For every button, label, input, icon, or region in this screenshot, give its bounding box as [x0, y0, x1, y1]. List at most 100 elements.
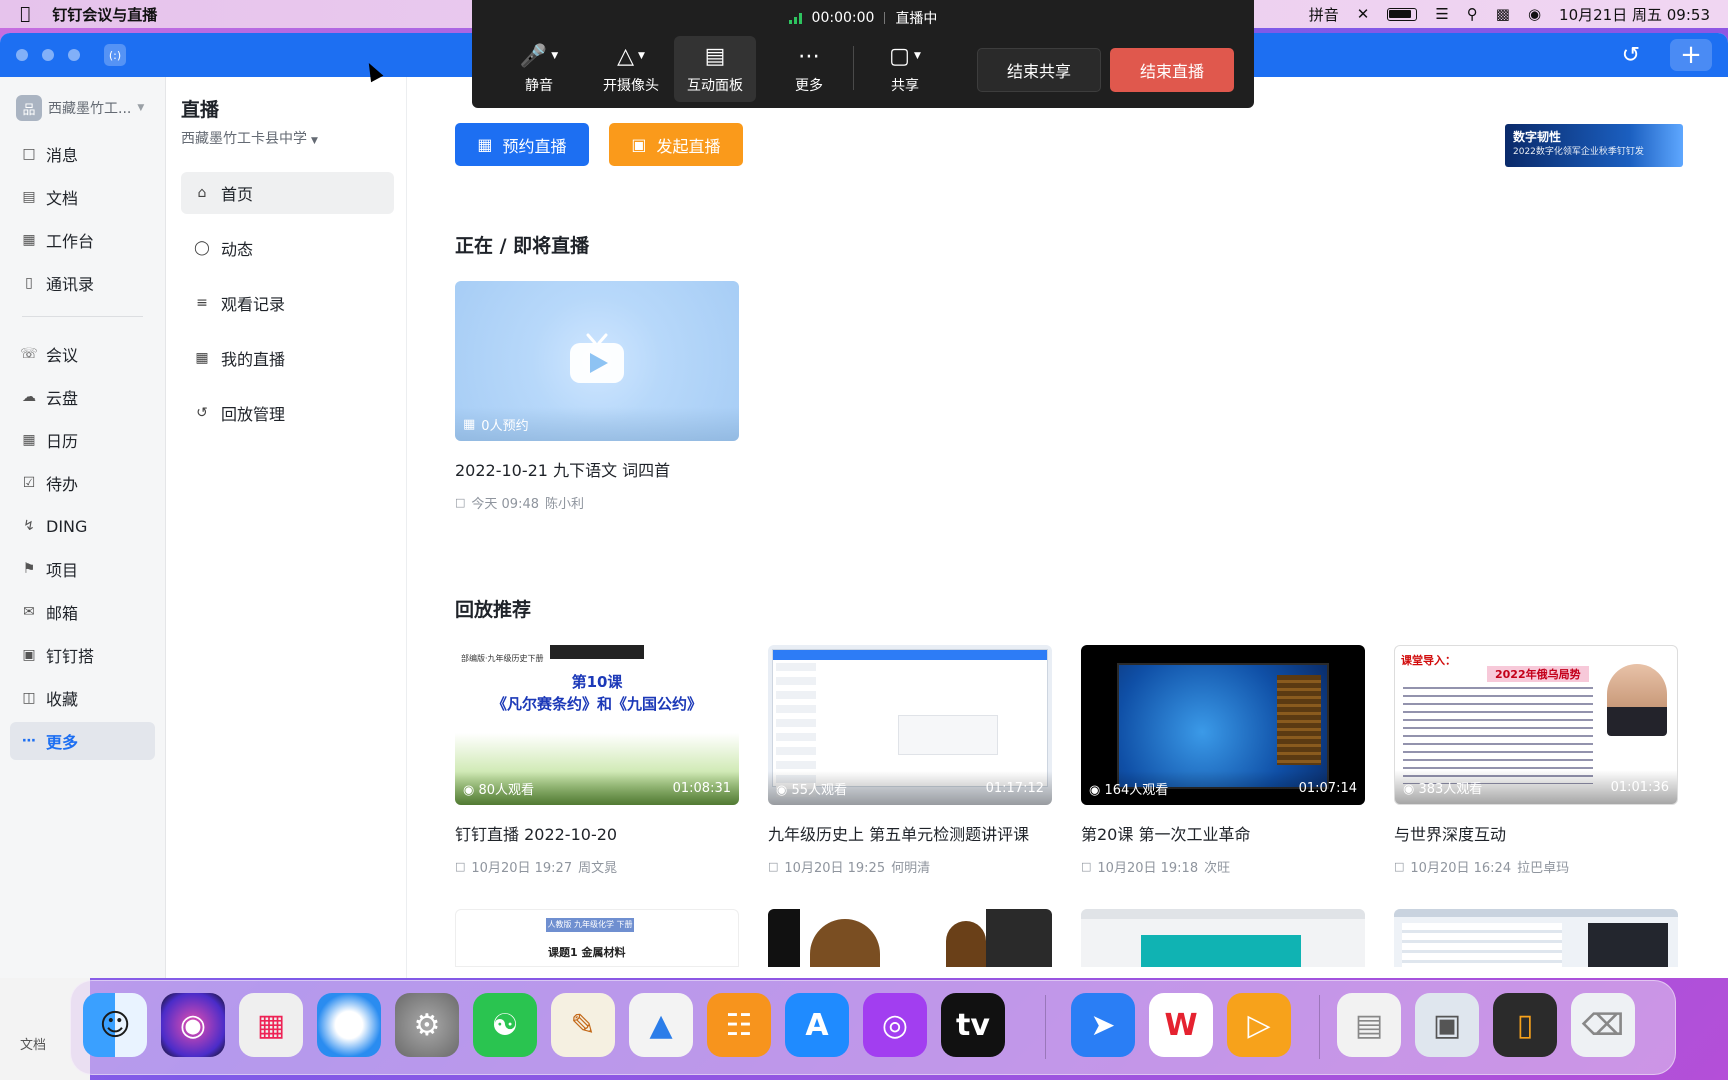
sidebar-item-favorites[interactable]: ◫ 收藏 [10, 679, 155, 717]
sidebar-item-label: DING [46, 516, 88, 536]
sidebar-item-workbench[interactable]: ▦ 工作台 [10, 221, 155, 259]
live-card[interactable]: ▦ 0人预约 2022-10-21 九下语文 词四首 □ 今天 09:48 陈小利 [455, 281, 739, 512]
document-icon: ▤ [22, 189, 36, 205]
app-store-icon[interactable]: A [785, 993, 849, 1057]
interactive-panel-button[interactable]: ▤ 互动面板 [674, 36, 756, 102]
sidebar-item-mail[interactable]: ✉ 邮箱 [10, 593, 155, 631]
meeting-icon: ☏ [20, 346, 38, 362]
subnav-item-home[interactable]: ⌂ 首页 [181, 172, 394, 214]
dingtalk-icon[interactable]: ➤ [1071, 993, 1135, 1057]
spotlight-search-icon[interactable]: ⚲ [1467, 5, 1478, 23]
keynote-icon[interactable]: ▲ [629, 993, 693, 1057]
menubar-status-area: 拼音 ✕ ☰ ⚲ ▩ ◉ 10月21日 周五 09:53 [1309, 0, 1710, 28]
replay-thumbnail[interactable] [1081, 909, 1365, 967]
menubar-app-name[interactable]: 钉钉会议与直播 [52, 4, 157, 25]
subnav-item-watch-history[interactable]: ≡ 观看记录 [181, 282, 394, 324]
replay-card[interactable]: ◉ 55人观看 01:17:12 九年级历史上 第五单元检测题讲评课 □ 10月20… [768, 645, 1052, 876]
replay-thumbnail[interactable] [768, 909, 1052, 967]
finder-icon[interactable]: ☺ [83, 993, 147, 1057]
live-app-icon[interactable]: ▷ [1227, 993, 1291, 1057]
trash-icon[interactable]: ⌫ [1571, 993, 1635, 1057]
books-icon[interactable]: ☷ [707, 993, 771, 1057]
apple-tv-icon[interactable]: tv [941, 993, 1005, 1057]
screenshot-panel [1588, 923, 1668, 967]
wps-icon[interactable]: W [1149, 993, 1213, 1057]
sidebar-item-calendar[interactable]: ▦ 日历 [10, 421, 155, 459]
siri-icon[interactable]: ◉ [1528, 5, 1541, 23]
safari-icon[interactable]: ✧ [317, 993, 381, 1057]
more-button[interactable]: ⋯ 更多 [768, 36, 850, 102]
close-window-button[interactable] [16, 49, 28, 61]
replay-thumbnail[interactable]: ◉ 164人观看 01:07:14 [1081, 645, 1365, 805]
history-icon[interactable]: ↺ [1622, 43, 1640, 68]
end-share-button[interactable]: 结束共享 [977, 48, 1101, 92]
share-label: 共享 [891, 78, 919, 94]
replay-thumbnail[interactable]: ◉ 55人观看 01:17:12 [768, 645, 1052, 805]
replay-card[interactable]: 课堂导入： 2022年俄乌局势 ◉ 383人观看 01:01:36 与世界深度互动… [1394, 645, 1678, 876]
phone-screen-icon[interactable]: ▯ [1493, 993, 1557, 1057]
sidebar-item-ding[interactable]: ↯ DING [10, 507, 155, 545]
notes-pad-icon[interactable]: ✎ [551, 993, 615, 1057]
chevron-down-icon: ▼ [137, 103, 145, 113]
camera-button[interactable]: △ ▼ 开摄像头 [590, 36, 672, 102]
replay-host: 拉巴卓玛 [1517, 861, 1570, 876]
wifi-icon[interactable]: ☰ [1435, 5, 1448, 23]
replay-thumbnail[interactable] [1394, 909, 1678, 967]
sidebar-item-messages[interactable]: □ 消息 [10, 135, 155, 173]
control-center-icon[interactable]: ▩ [1496, 5, 1510, 23]
launchpad-icon[interactable]: ▦ [239, 993, 303, 1057]
sidebar-item-contacts[interactable]: ▯ 通讯录 [10, 264, 155, 302]
apple-icon[interactable]:  [20, 4, 30, 24]
replay-thumbnail[interactable]: 人教版 九年级化学 下册 课题1 金属材料 [455, 909, 739, 967]
system-settings-icon[interactable]: ⚙ [395, 993, 459, 1057]
minimize-window-button[interactable] [42, 49, 54, 61]
subnav-item-label: 动态 [221, 240, 254, 259]
sidebar-item-more[interactable]: ⋯ 更多 [10, 722, 155, 760]
siri-app-icon[interactable]: ◉ [161, 993, 225, 1057]
promo-banner[interactable]: 数字韧性 2022数字化领军企业秋季钉钉发 [1505, 124, 1683, 167]
replay-thumbnail[interactable]: 课堂导入： 2022年俄乌局势 ◉ 383人观看 01:01:36 [1394, 645, 1678, 805]
sidebar-item-builder[interactable]: ▣ 钉钉搭 [10, 636, 155, 674]
preview-window-icon[interactable]: ▣ [1415, 993, 1479, 1057]
start-live-button[interactable]: ▣ 发起直播 [609, 123, 743, 166]
live-card-title[interactable]: 2022-10-21 九下语文 词四首 [455, 457, 739, 481]
replay-card[interactable]: ◉ 164人观看 01:07:14 第20课 第一次工业革命 □ 10月20日 19… [1081, 645, 1365, 876]
input-method-indicator[interactable]: 拼音 [1309, 4, 1339, 25]
slide-title-line2: 《凡尔赛条约》和《九国公约》 [491, 695, 702, 713]
sidebar-item-projects[interactable]: ⚑ 项目 [10, 550, 155, 588]
replay-card[interactable]: 部编版·九年级历史下册 第10课 《凡尔赛条约》和《九国公约》 ◉ 80人观看 01… [455, 645, 739, 876]
replay-title[interactable]: 钉钉直播 2022-10-20 [455, 821, 739, 845]
wechat-icon[interactable]: ☯ [473, 993, 537, 1057]
sidebar-item-documents[interactable]: ▤ 文档 [10, 178, 155, 216]
viewer-count: ◉ 80人观看 [463, 779, 534, 798]
replay-title[interactable]: 与世界深度互动 [1394, 821, 1678, 845]
status-divider [884, 12, 886, 24]
replay-title[interactable]: 第20课 第一次工业革命 [1081, 821, 1365, 845]
sidebar-item-todo[interactable]: ☑ 待办 [10, 464, 155, 502]
sidebar-item-cloud[interactable]: ☁ 云盘 [10, 378, 155, 416]
bluetooth-icon[interactable]: ✕ [1357, 5, 1370, 23]
subnav-item-replay-management[interactable]: ↺ 回放管理 [181, 392, 394, 434]
subnav-item-my-live[interactable]: ▦ 我的直播 [181, 337, 394, 379]
replay-title[interactable]: 九年级历史上 第五单元检测题讲评课 [768, 821, 1052, 845]
sidebar-item-meetings[interactable]: ☏ 会议 [10, 335, 155, 373]
document-file-icon[interactable]: ▤ [1337, 993, 1401, 1057]
org-switcher[interactable]: 品 西藏墨竹工... ▼ [16, 93, 165, 123]
replay-thumbnail[interactable]: 部编版·九年级历史下册 第10课 《凡尔赛条约》和《九国公约》 ◉ 80人观看 01… [455, 645, 739, 805]
menubar-clock[interactable]: 10月21日 周五 09:53 [1559, 4, 1710, 25]
school-switcher[interactable]: 西藏墨竹工卡县中学 ▼ [181, 128, 406, 148]
slide-title-line1: 第10课 [571, 673, 623, 691]
mute-button[interactable]: 🎤 ▼ 静音 [498, 36, 580, 102]
podcasts-icon[interactable]: ◎ [863, 993, 927, 1057]
new-plus-button[interactable]: + [1670, 39, 1712, 71]
subnav-item-feed[interactable]: ◯ 动态 [181, 227, 394, 269]
thumbnail-topbar [550, 645, 644, 659]
live-card-thumbnail[interactable]: ▦ 0人预约 [455, 281, 739, 441]
replay-host: 何明清 [891, 861, 931, 876]
end-live-button[interactable]: 结束直播 [1110, 48, 1234, 92]
zoom-window-button[interactable] [68, 49, 80, 61]
share-button[interactable]: ▢ ▼ 共享 [864, 36, 946, 102]
schedule-live-button[interactable]: ▦ 预约直播 [455, 123, 589, 166]
battery-icon[interactable] [1387, 7, 1418, 21]
reservation-icon: ▦ [463, 416, 476, 432]
